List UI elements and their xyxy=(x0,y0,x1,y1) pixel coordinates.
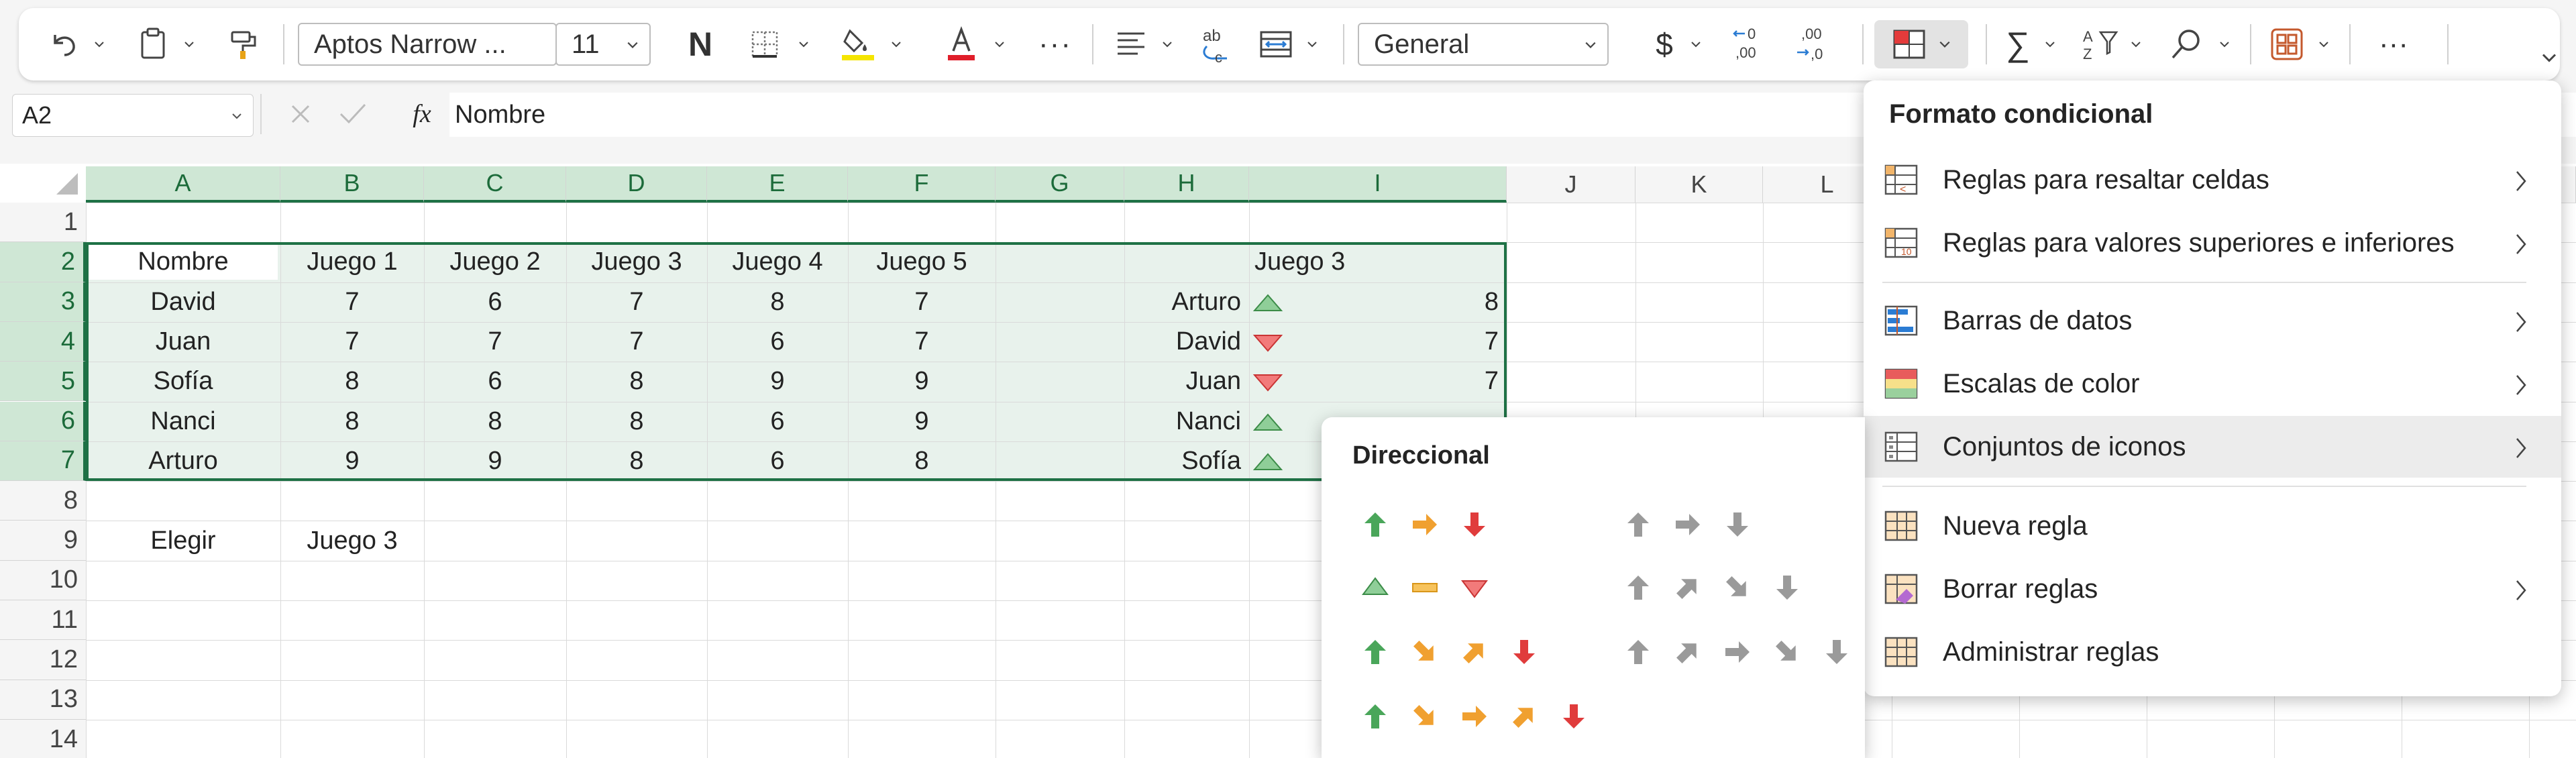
column-header-d[interactable]: D xyxy=(566,166,707,203)
arrow-down-icon[interactable] xyxy=(1721,508,1754,541)
menu-divider xyxy=(1882,282,2526,283)
manage-rules-icon xyxy=(1884,637,1918,667)
top-bottom-icon: 10 xyxy=(1884,227,1918,258)
section-title: Direccional xyxy=(1352,441,1490,470)
menu-item-label: Reglas para resaltar celdas xyxy=(1943,164,2269,195)
selection-border xyxy=(86,242,1507,482)
arrow-right-icon[interactable] xyxy=(1672,508,1704,541)
new-rule-icon xyxy=(1884,510,1918,541)
arrow-upright-icon[interactable] xyxy=(1672,572,1704,604)
choose-label-cell[interactable]: Elegir xyxy=(86,521,280,560)
arrow-right-icon[interactable] xyxy=(1458,700,1491,733)
select-all-icon[interactable] xyxy=(54,170,80,197)
menu-item-icon-sets[interactable]: Conjuntos de iconos xyxy=(1864,416,2561,478)
highlight-cells-icon: < xyxy=(1884,164,1918,195)
row-header-13[interactable]: 13 xyxy=(0,680,86,720)
menu-item-label: Nueva regla xyxy=(1943,510,2088,541)
menu-item-label: Barras de datos xyxy=(1943,305,2133,335)
column-header-h[interactable]: H xyxy=(1124,166,1249,203)
arrow-upright-icon[interactable] xyxy=(1672,636,1704,668)
row-header-2[interactable]: 2 xyxy=(0,242,86,282)
row-header-5[interactable]: 5 xyxy=(0,362,86,402)
menu-item-clear-rules[interactable]: Borrar reglas xyxy=(1864,558,2561,620)
active-cell-text[interactable]: Nombre xyxy=(86,242,280,282)
arrow-up-icon[interactable] xyxy=(1622,636,1654,668)
arrow-up-icon[interactable] xyxy=(1359,636,1391,668)
menu-item-highlight-rules[interactable]: < Reglas para resaltar celdas xyxy=(1864,149,2561,211)
menu-item-data-bars[interactable]: Barras de datos xyxy=(1864,290,2561,351)
arrow-downright-icon[interactable] xyxy=(1771,636,1803,668)
column-header-b[interactable]: B xyxy=(280,166,424,203)
column-header-k[interactable]: K xyxy=(1635,166,1763,203)
row-header-8[interactable]: 8 xyxy=(0,481,86,521)
choose-value-cell[interactable]: Juego 3 xyxy=(280,521,424,560)
icon-sets-submenu: Direccional xyxy=(1322,417,1865,758)
row-header-14[interactable]: 14 xyxy=(0,719,86,758)
arrow-up-icon[interactable] xyxy=(1359,508,1391,541)
menu-item-label: Administrar reglas xyxy=(1943,637,2159,667)
clear-rules-icon xyxy=(1884,574,1918,604)
column-header-j[interactable]: J xyxy=(1507,166,1635,203)
triangle-down-icon[interactable] xyxy=(1458,572,1491,604)
arrow-right-icon[interactable] xyxy=(1721,636,1754,668)
column-header-f[interactable]: F xyxy=(848,166,996,203)
menu-item-label: Borrar reglas xyxy=(1943,574,2098,604)
arrow-up-icon[interactable] xyxy=(1622,508,1654,541)
menu-item-label: Reglas para valores superiores e inferio… xyxy=(1943,227,2455,258)
column-header-a[interactable]: A xyxy=(86,166,280,203)
column-header-g[interactable]: G xyxy=(996,166,1124,203)
menu-item-label: Escalas de color xyxy=(1943,368,2140,398)
arrow-down-icon[interactable] xyxy=(1821,636,1853,668)
svg-text:10: 10 xyxy=(1901,246,1912,257)
row-header-9[interactable]: 9 xyxy=(0,521,86,561)
conditional-format-menu: Formato condicional < Reglas para resalt… xyxy=(1864,80,2561,696)
chevron-right-icon xyxy=(2516,375,2526,395)
svg-text:<: < xyxy=(1900,184,1906,195)
arrow-downright-icon[interactable] xyxy=(1721,572,1754,604)
row-header-11[interactable]: 11 xyxy=(0,600,86,641)
row-header-7[interactable]: 7 xyxy=(0,441,86,482)
arrow-down-icon[interactable] xyxy=(1771,572,1803,604)
color-scales-icon xyxy=(1884,368,1918,399)
arrow-up-icon[interactable] xyxy=(1622,572,1654,604)
chevron-right-icon xyxy=(2516,438,2526,458)
column-header-i[interactable]: I xyxy=(1249,166,1507,203)
row-header-3[interactable]: 3 xyxy=(0,282,86,322)
arrow-down-icon[interactable] xyxy=(1558,700,1590,733)
triangle-up-icon[interactable] xyxy=(1359,572,1391,604)
column-header-e[interactable]: E xyxy=(707,166,848,203)
chevron-right-icon xyxy=(2516,580,2526,600)
column-header-c[interactable]: C xyxy=(424,166,566,203)
arrow-up-icon[interactable] xyxy=(1359,700,1391,733)
menu-item-manage-rules[interactable]: Administrar reglas xyxy=(1864,621,2561,683)
chevron-right-icon xyxy=(2516,312,2526,332)
row-header-4[interactable]: 4 xyxy=(0,321,86,362)
menu-divider xyxy=(1882,486,2526,487)
arrow-downright-icon[interactable] xyxy=(1409,700,1441,733)
arrow-upright-icon[interactable] xyxy=(1458,636,1491,668)
arrow-downright-icon[interactable] xyxy=(1409,636,1441,668)
arrow-upright-icon[interactable] xyxy=(1508,700,1540,733)
menu-item-top-bottom-rules[interactable]: 10 Reglas para valores superiores e infe… xyxy=(1864,212,2561,274)
row-header-6[interactable]: 6 xyxy=(0,401,86,441)
arrow-down-icon[interactable] xyxy=(1458,508,1491,541)
row-header-10[interactable]: 10 xyxy=(0,560,86,600)
menu-item-label: Conjuntos de iconos xyxy=(1943,431,2186,462)
menu-title: Formato condicional xyxy=(1889,99,2153,129)
chevron-right-icon xyxy=(2516,234,2526,254)
icon-sets-icon xyxy=(1884,431,1918,462)
dash-icon[interactable] xyxy=(1409,572,1441,604)
menu-item-color-scales[interactable]: Escalas de color xyxy=(1864,353,2561,415)
menu-item-new-rule[interactable]: Nueva regla xyxy=(1864,495,2561,557)
data-bars-icon xyxy=(1884,305,1918,336)
chevron-right-icon xyxy=(2516,171,2526,191)
row-header-12[interactable]: 12 xyxy=(0,640,86,680)
arrow-down-icon[interactable] xyxy=(1508,636,1540,668)
arrow-right-icon[interactable] xyxy=(1409,508,1441,541)
row-header-1[interactable]: 1 xyxy=(0,203,86,243)
